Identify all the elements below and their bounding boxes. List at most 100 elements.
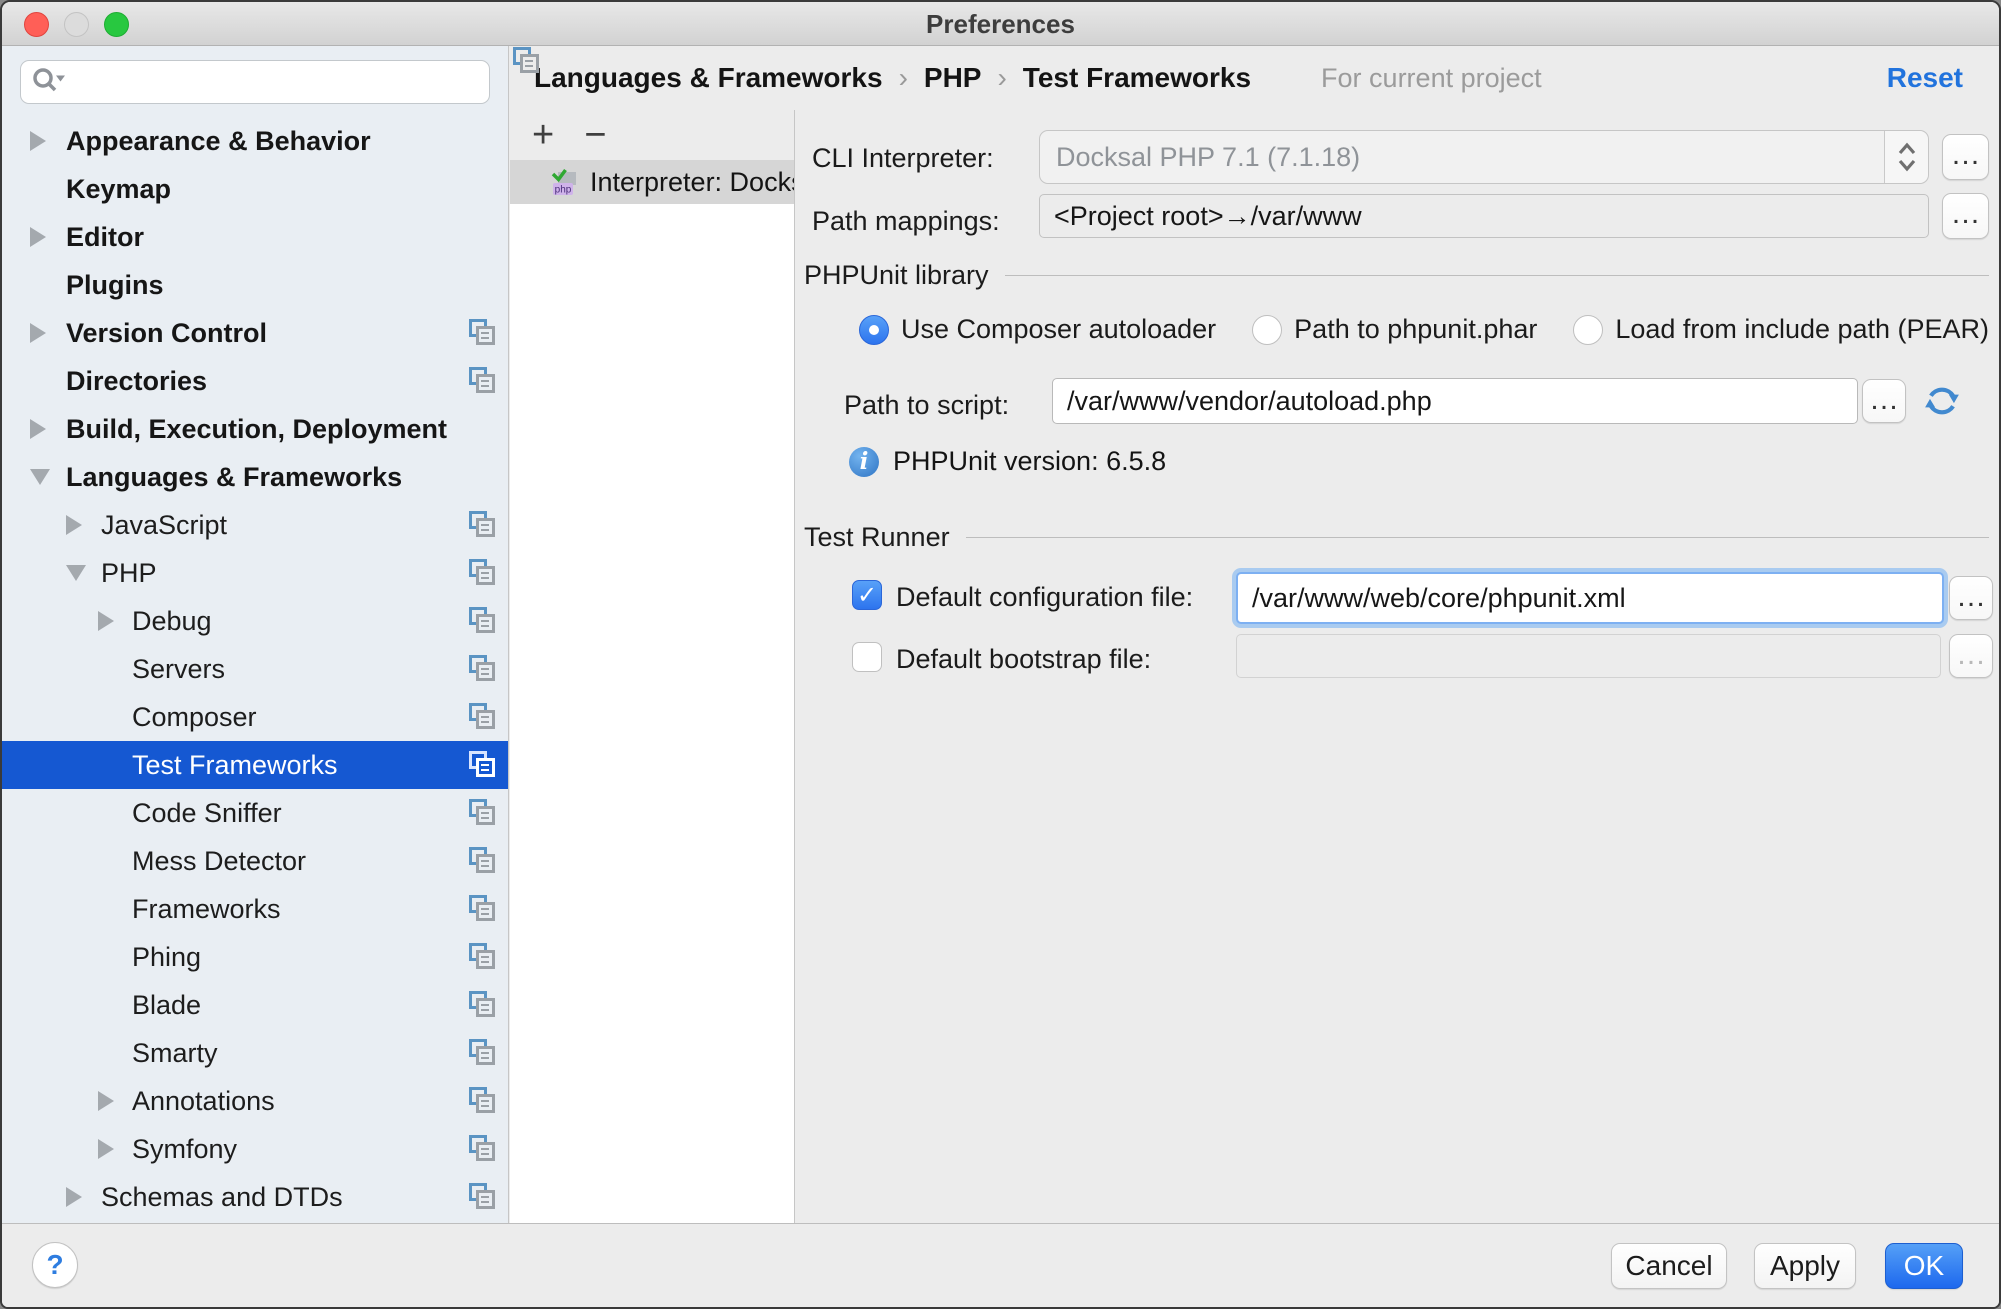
- path-mappings-field[interactable]: <Project root>→/var/www: [1039, 194, 1929, 238]
- chevron-right-icon[interactable]: [66, 515, 82, 535]
- radio-label[interactable]: Load from include path (PEAR): [1615, 314, 1989, 345]
- info-icon: i: [849, 447, 879, 477]
- shareable-settings-icon: [466, 318, 496, 348]
- default-bootstrap-label[interactable]: Default bootstrap file:: [896, 644, 1151, 675]
- window-title: Preferences: [2, 2, 1999, 46]
- test-runner-section-header: Test Runner: [804, 522, 1989, 553]
- sidebar-item-php[interactable]: PHP: [2, 549, 508, 597]
- sidebar-item-javascript[interactable]: JavaScript: [2, 501, 508, 549]
- sidebar-item-test-frameworks[interactable]: Test Frameworks: [2, 741, 508, 789]
- search-box[interactable]: [20, 60, 490, 104]
- shareable-settings-icon: [466, 510, 496, 540]
- sidebar-item-schemas-and-dtds[interactable]: Schemas and DTDs: [2, 1173, 508, 1221]
- default-configuration-checkbox[interactable]: ✓: [852, 580, 882, 610]
- radio-path-to-phpunit-phar[interactable]: [1252, 315, 1282, 345]
- path-to-script-browse-button[interactable]: …: [1862, 379, 1906, 423]
- breadcrumb-test-frameworks[interactable]: Test Frameworks: [1023, 62, 1251, 94]
- path-to-script-input[interactable]: /var/www/vendor/autoload.php: [1052, 378, 1858, 424]
- phpunit-library-section-title: PHPUnit library: [804, 260, 989, 291]
- add-button[interactable]: +: [532, 116, 554, 154]
- phpunit-version-row: i PHPUnit version: 6.5.8: [849, 446, 1166, 477]
- phpunit-library-radio-group: Use Composer autoloader Path to phpunit.…: [859, 314, 1989, 345]
- ok-button[interactable]: OK: [1885, 1243, 1963, 1289]
- shareable-settings-icon: [466, 894, 496, 924]
- sidebar-item-plugins[interactable]: Plugins: [2, 261, 508, 309]
- help-button[interactable]: ?: [32, 1242, 78, 1288]
- sidebar-item-composer[interactable]: Composer: [2, 693, 508, 741]
- sidebar-item-code-sniffer[interactable]: Code Sniffer: [2, 789, 508, 837]
- remove-button[interactable]: −: [584, 116, 606, 154]
- sidebar-item-frameworks[interactable]: Frameworks: [2, 885, 508, 933]
- stepper-icon[interactable]: [1884, 131, 1928, 183]
- cli-interpreter-browse-button[interactable]: …: [1942, 134, 1989, 180]
- default-configuration-label[interactable]: Default configuration file:: [896, 582, 1193, 613]
- phpunit-library-section-header: PHPUnit library: [804, 260, 1989, 291]
- cli-interpreter-select[interactable]: Docksal PHP 7.1 (7.1.18): [1039, 130, 1929, 184]
- radio-label[interactable]: Use Composer autoloader: [901, 314, 1216, 345]
- reload-phpunit-version-icon[interactable]: [1923, 382, 1961, 420]
- settings-sidebar: Appearance & Behavior Keymap Editor Plug…: [2, 46, 509, 1223]
- breadcrumb-languages-frameworks[interactable]: Languages & Frameworks: [534, 62, 883, 94]
- interpreters-toolbar: + −: [510, 110, 794, 160]
- sidebar-item-smarty[interactable]: Smarty: [2, 1029, 508, 1077]
- shareable-settings-icon: [466, 1182, 496, 1212]
- cancel-button[interactable]: Cancel: [1611, 1243, 1727, 1289]
- default-bootstrap-input: [1236, 634, 1941, 678]
- sidebar-item-annotations[interactable]: Annotations: [2, 1077, 508, 1125]
- sidebar-item-version-control[interactable]: Version Control: [2, 309, 508, 357]
- sidebar-item-mess-detector[interactable]: Mess Detector: [2, 837, 508, 885]
- breadcrumb-php[interactable]: PHP: [924, 62, 982, 94]
- shareable-settings-icon: [466, 702, 496, 732]
- path-mappings-label: Path mappings:: [812, 206, 1000, 237]
- sidebar-item-directories[interactable]: Directories: [2, 357, 508, 405]
- sidebar-item-build-execution-deployment[interactable]: Build, Execution, Deployment: [2, 405, 508, 453]
- chevron-right-icon[interactable]: [98, 1139, 114, 1159]
- chevron-right-icon[interactable]: [98, 611, 114, 631]
- path-to-script-value: /var/www/vendor/autoload.php: [1067, 386, 1432, 417]
- chevron-right-icon[interactable]: [30, 419, 46, 439]
- sidebar-item-phing[interactable]: Phing: [2, 933, 508, 981]
- chevron-down-icon[interactable]: [66, 565, 86, 581]
- default-configuration-input[interactable]: /var/www/web/core/phpunit.xml: [1236, 572, 1944, 624]
- default-bootstrap-checkbox[interactable]: [852, 642, 882, 672]
- sidebar-item-languages-frameworks[interactable]: Languages & Frameworks: [2, 453, 508, 501]
- cli-interpreter-value: Docksal PHP 7.1 (7.1.18): [1056, 131, 1360, 183]
- scope-label: For current project: [1321, 63, 1542, 94]
- radio-use-composer-autoloader[interactable]: [859, 315, 889, 345]
- search-icon: [31, 66, 65, 98]
- sidebar-item-keymap[interactable]: Keymap: [2, 165, 508, 213]
- radio-label[interactable]: Path to phpunit.phar: [1294, 314, 1537, 345]
- chevron-right-icon[interactable]: [30, 131, 46, 151]
- chevron-right-icon[interactable]: [30, 227, 46, 247]
- shareable-settings-icon: [1279, 63, 1309, 93]
- default-bootstrap-browse-button: …: [1949, 634, 1993, 678]
- chevron-right-icon[interactable]: [30, 323, 46, 343]
- test-runner-section-title: Test Runner: [804, 522, 950, 553]
- reset-link[interactable]: Reset: [1887, 46, 1963, 110]
- shareable-settings-icon: [466, 942, 496, 972]
- sidebar-item-symfony[interactable]: Symfony: [2, 1125, 508, 1173]
- sidebar-item-appearance-behavior[interactable]: Appearance & Behavior: [2, 117, 508, 165]
- preferences-window: Preferences Appearance & Behavior Keymap…: [0, 0, 2001, 1309]
- interpreter-list-item[interactable]: php Interpreter: Docksal PHP 7.1 (7.1.18…: [510, 160, 794, 204]
- chevron-down-icon[interactable]: [30, 469, 50, 485]
- radio-load-from-include-path[interactable]: [1573, 315, 1603, 345]
- shareable-settings-icon: [466, 1038, 496, 1068]
- sidebar-item-blade[interactable]: Blade: [2, 981, 508, 1029]
- path-mappings-browse-button[interactable]: …: [1942, 193, 1989, 239]
- default-configuration-value: /var/www/web/core/phpunit.xml: [1252, 583, 1626, 614]
- breadcrumb: Languages & Frameworks › PHP › Test Fram…: [510, 46, 1999, 110]
- search-input[interactable]: [65, 63, 489, 101]
- chevron-right-icon[interactable]: [98, 1091, 114, 1111]
- sidebar-item-editor[interactable]: Editor: [2, 213, 508, 261]
- sidebar-item-debug[interactable]: Debug: [2, 597, 508, 645]
- chevron-right-icon[interactable]: [66, 1187, 82, 1207]
- shareable-settings-icon: [466, 1134, 496, 1164]
- section-divider: [966, 537, 1989, 538]
- default-configuration-browse-button[interactable]: …: [1949, 576, 1993, 620]
- shareable-settings-icon: [466, 606, 496, 636]
- sidebar-item-servers[interactable]: Servers: [2, 645, 508, 693]
- apply-button[interactable]: Apply: [1754, 1243, 1856, 1289]
- test-frameworks-form: CLI Interpreter: Docksal PHP 7.1 (7.1.18…: [796, 110, 1999, 1223]
- shareable-settings-icon: [466, 750, 496, 780]
